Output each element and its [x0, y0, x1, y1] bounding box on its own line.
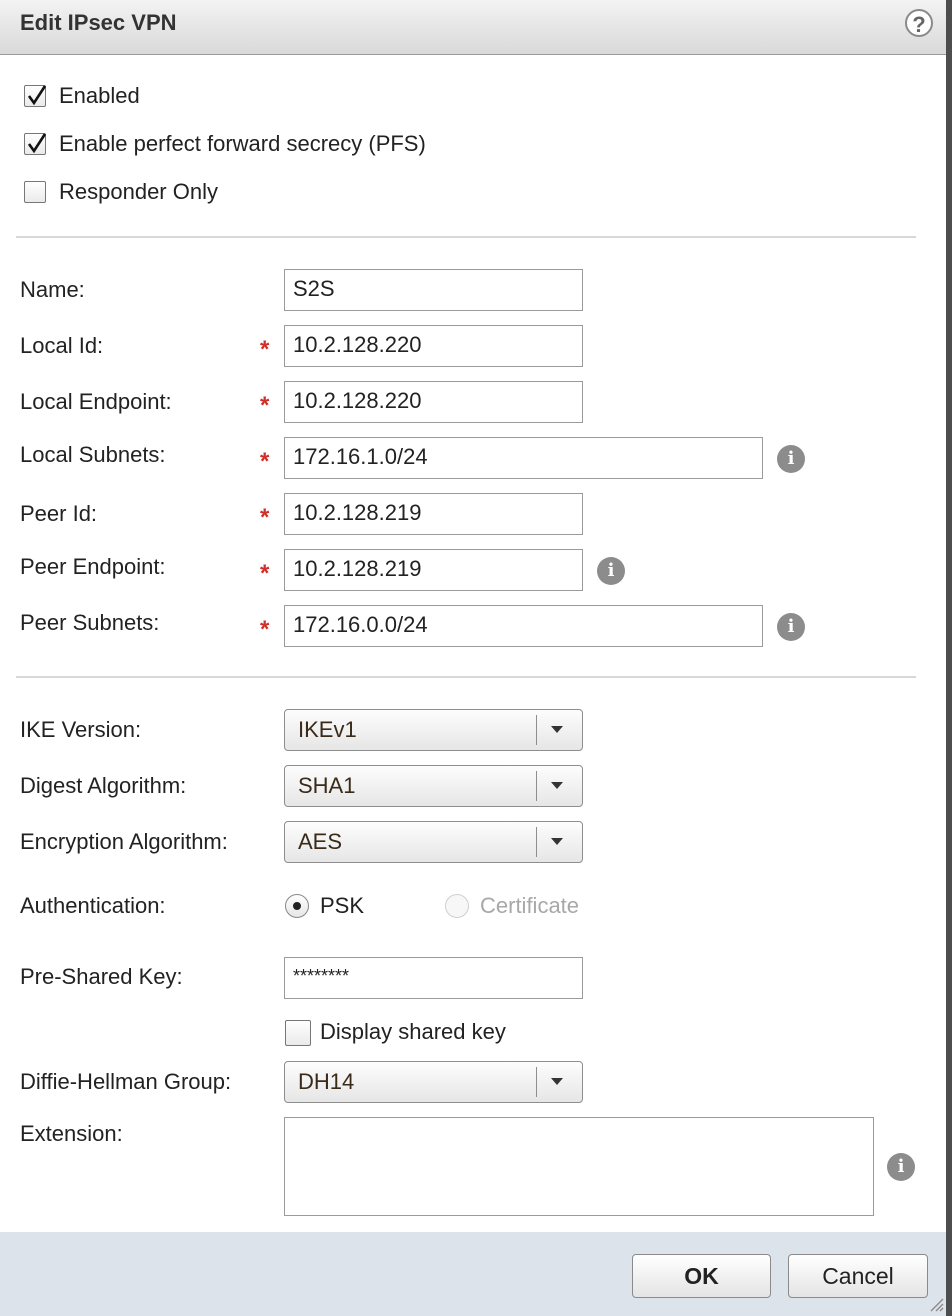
enabled-checkbox[interactable] [24, 85, 47, 107]
name-input[interactable]: S2S [284, 269, 583, 311]
info-icon[interactable]: i [777, 613, 805, 641]
chevron-down-icon[interactable] [551, 726, 563, 733]
peer-endpoint-input[interactable]: 10.2.128.219 [284, 549, 583, 591]
pfs-checkbox[interactable] [24, 133, 47, 155]
section-divider [16, 676, 916, 678]
ike-version-value: IKEv1 [298, 717, 357, 742]
local-id-input[interactable]: 10.2.128.220 [284, 325, 583, 367]
required-marker: * [260, 336, 270, 363]
checkmark-icon [27, 133, 47, 154]
required-marker: * [260, 448, 270, 475]
local-subnets-input[interactable]: 172.16.1.0/24 [284, 437, 763, 479]
section-divider [16, 236, 916, 238]
info-icon[interactable]: i [887, 1153, 915, 1181]
display-shared-key-label: Display shared key [320, 1019, 506, 1044]
local-endpoint-input[interactable]: 10.2.128.220 [284, 381, 583, 423]
ike-version-select[interactable]: IKEv1 [284, 709, 583, 751]
dialog-title: Edit IPsec VPN [20, 10, 177, 35]
peer-endpoint-label: Peer Endpoint: [20, 554, 166, 579]
required-marker: * [260, 392, 270, 419]
local-subnets-label: Local Subnets: [20, 442, 166, 467]
encryption-algorithm-value: AES [298, 829, 343, 854]
certificate-radio[interactable] [445, 894, 469, 918]
ok-button[interactable]: OK [632, 1254, 771, 1298]
select-divider [536, 1067, 537, 1097]
enabled-label: Enabled [59, 83, 140, 108]
select-divider [536, 827, 537, 857]
authentication-label: Authentication: [20, 893, 166, 918]
pre-shared-key-input[interactable]: ******** [284, 957, 583, 999]
peer-id-input[interactable]: 10.2.128.219 [284, 493, 583, 535]
select-divider [536, 715, 537, 745]
digest-algorithm-select[interactable]: SHA1 [284, 765, 583, 807]
ike-version-label: IKE Version: [20, 717, 142, 742]
extension-textarea[interactable] [284, 1117, 874, 1216]
required-marker: * [260, 560, 270, 587]
checkmark-icon [27, 85, 47, 106]
responder-only-checkbox[interactable] [24, 181, 46, 203]
psk-radio[interactable] [285, 894, 309, 918]
radio-selected-dot [293, 902, 301, 910]
name-label: Name: [20, 277, 85, 302]
responder-only-label: Responder Only [59, 179, 218, 204]
dh-group-select[interactable]: DH14 [284, 1061, 583, 1103]
chevron-down-icon[interactable] [551, 1078, 563, 1085]
chevron-down-icon[interactable] [551, 838, 563, 845]
encryption-algorithm-select[interactable]: AES [284, 821, 583, 863]
certificate-label: Certificate [480, 893, 580, 918]
info-icon[interactable]: i [597, 557, 625, 585]
info-icon[interactable]: i [777, 445, 805, 473]
local-endpoint-label: Local Endpoint: [20, 389, 172, 414]
cancel-button[interactable]: Cancel [788, 1254, 928, 1298]
window-edge [946, 0, 952, 1316]
select-divider [536, 771, 537, 801]
psk-label: PSK [320, 893, 365, 918]
peer-id-label: Peer Id: [20, 501, 98, 526]
pre-shared-key-label: Pre-Shared Key: [20, 964, 183, 989]
dh-group-label: Diffie-Hellman Group: [20, 1069, 232, 1094]
peer-subnets-label: Peer Subnets: [20, 610, 160, 635]
digest-algorithm-value: SHA1 [298, 773, 356, 798]
dh-group-value: DH14 [298, 1069, 355, 1094]
required-marker: * [260, 504, 270, 531]
chevron-down-icon[interactable] [551, 782, 563, 789]
pfs-label: Enable perfect forward secrecy (PFS) [59, 131, 426, 156]
required-marker: * [260, 616, 270, 643]
encryption-algorithm-label: Encryption Algorithm: [20, 829, 228, 854]
help-icon[interactable]: ? [905, 9, 933, 37]
extension-label: Extension: [20, 1121, 123, 1146]
local-id-label: Local Id: [20, 333, 104, 358]
display-shared-key-checkbox[interactable] [285, 1020, 311, 1046]
digest-algorithm-label: Digest Algorithm: [20, 773, 187, 798]
peer-subnets-input[interactable]: 172.16.0.0/24 [284, 605, 763, 647]
resize-grip-icon[interactable] [928, 1296, 944, 1312]
